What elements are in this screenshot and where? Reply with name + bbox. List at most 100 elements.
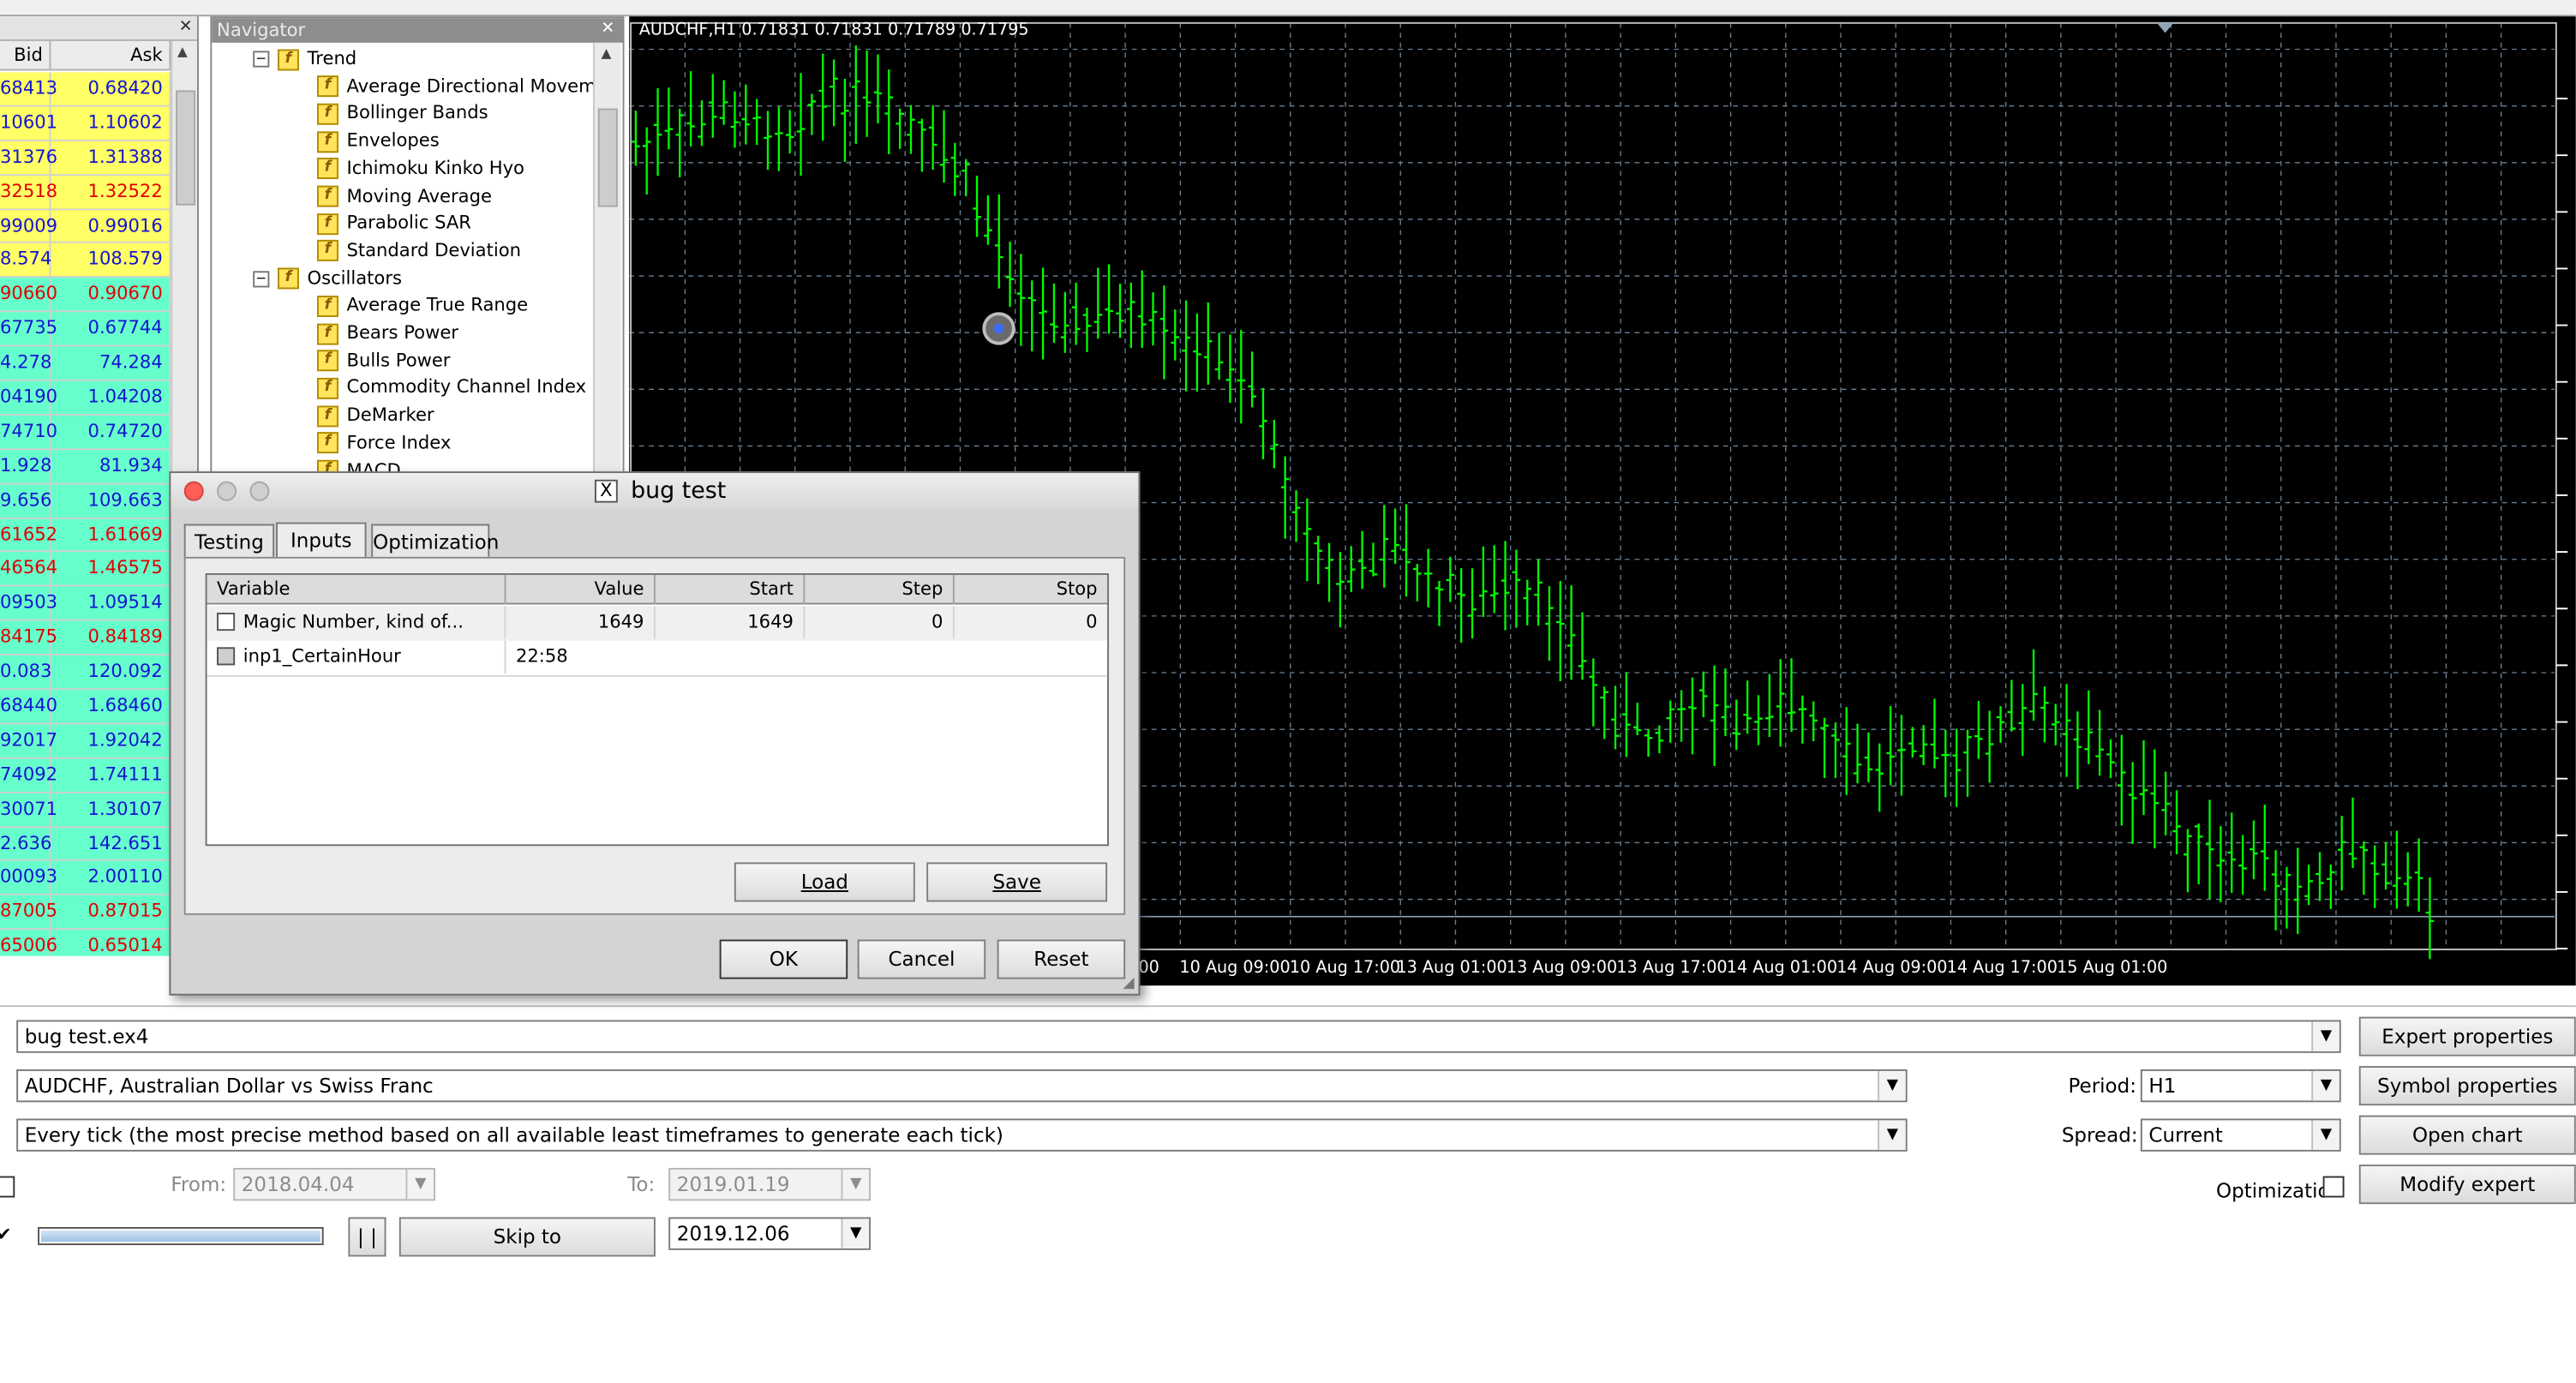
market-watch-row[interactable]: 30071 1.30107: [0, 793, 171, 828]
navigator-group[interactable]: − f Trend: [253, 46, 356, 73]
skip-date-picker[interactable]: 2019.12.06 ▼: [668, 1217, 872, 1250]
speed-slider[interactable]: [38, 1226, 324, 1246]
navigator-indicator-item[interactable]: f Commodity Channel Index: [316, 375, 586, 402]
from-date-picker[interactable]: 2018.04.04 ▼: [233, 1167, 436, 1201]
expert-properties-button[interactable]: Expert properties: [2358, 1016, 2576, 1057]
market-watch-row[interactable]: 4.278 74.284: [0, 346, 171, 381]
pause-button[interactable]: | |: [348, 1217, 386, 1257]
skip-to-button[interactable]: Skip to: [398, 1217, 656, 1257]
save-button[interactable]: Save: [926, 862, 1108, 902]
chevron-down-icon[interactable]: ▼: [1878, 1120, 1906, 1150]
navigator-indicator-item[interactable]: f DeMarker: [316, 403, 434, 429]
market-watch-row[interactable]: 31376 1.31388: [0, 141, 171, 176]
minimize-window-icon[interactable]: [217, 481, 237, 501]
market-watch-row[interactable]: 99009 0.99016: [0, 209, 171, 244]
scroll-up-icon[interactable]: ▲: [602, 46, 612, 61]
navigator-indicator-item[interactable]: f Moving Average: [316, 183, 492, 210]
navigator-scrollbar[interactable]: ▲: [593, 42, 621, 478]
modify-expert-button[interactable]: Modify expert: [2358, 1164, 2576, 1205]
navigator-indicator-item[interactable]: f Envelopes: [316, 129, 440, 155]
navigator-indicator-item[interactable]: f Bollinger Bands: [316, 101, 488, 128]
market-watch-row[interactable]: 92017 1.92042: [0, 724, 171, 759]
chevron-down-icon[interactable]: ▼: [841, 1218, 870, 1248]
navigator-close-icon[interactable]: ✕: [598, 20, 618, 39]
market-watch-scroll-thumb[interactable]: [176, 90, 196, 206]
market-watch-row[interactable]: 1.928 81.934: [0, 449, 171, 484]
reset-button[interactable]: Reset: [997, 939, 1126, 979]
chevron-down-icon[interactable]: ▼: [405, 1169, 434, 1200]
market-watch-row[interactable]: 04190 1.04208: [0, 380, 171, 416]
stop-column-header[interactable]: Stop: [955, 575, 1107, 605]
use-date-checkbox[interactable]: [0, 1176, 15, 1198]
variable-step[interactable]: 0: [805, 606, 955, 639]
navigator-indicator-item[interactable]: f Bears Power: [316, 320, 458, 347]
expert-select[interactable]: bug test.ex4 ▼: [16, 1020, 2341, 1053]
maximize-window-icon[interactable]: [249, 481, 270, 501]
tab-inputs[interactable]: Inputs: [276, 522, 367, 559]
market-watch-row[interactable]: 10601 1.10602: [0, 106, 171, 141]
navigator-indicator-item[interactable]: f Average Directional Movemen: [316, 74, 619, 100]
market-watch-row[interactable]: 46564 1.46575: [0, 553, 171, 588]
chevron-down-icon[interactable]: ▼: [2311, 1070, 2339, 1101]
collapse-icon[interactable]: −: [253, 270, 270, 287]
optimization-checkbox[interactable]: [2322, 1176, 2345, 1198]
tab-testing[interactable]: Testing: [183, 524, 275, 557]
chevron-down-icon[interactable]: ▼: [841, 1169, 870, 1200]
chevron-down-icon[interactable]: ▼: [2311, 1120, 2339, 1150]
open-chart-button[interactable]: Open chart: [2358, 1115, 2576, 1155]
variable-value[interactable]: 22:58: [506, 641, 1107, 674]
to-date-picker[interactable]: 2019.01.19 ▼: [668, 1167, 872, 1201]
variable-column-header[interactable]: Variable: [207, 574, 506, 605]
market-watch-close-icon[interactable]: ✕: [176, 18, 195, 38]
market-watch-row[interactable]: 74092 1.74111: [0, 758, 171, 793]
model-select[interactable]: Every tick (the most precise method base…: [16, 1118, 1908, 1152]
optimize-checkbox[interactable]: [217, 647, 236, 666]
market-watch-row[interactable]: 9.656 109.663: [0, 483, 171, 518]
navigator-indicator-item[interactable]: f Parabolic SAR: [316, 211, 471, 237]
market-watch-row[interactable]: 68440 1.68460: [0, 690, 171, 725]
bid-column-header[interactable]: Bid: [0, 40, 51, 71]
load-button[interactable]: Load: [734, 862, 915, 902]
market-watch-row[interactable]: 09503 1.09514: [0, 587, 171, 622]
symbol-select[interactable]: AUDCHF, Australian Dollar vs Swiss Franc…: [16, 1069, 1908, 1103]
variable-start[interactable]: 1649: [656, 606, 806, 639]
optimize-checkbox[interactable]: [217, 613, 236, 632]
navigator-indicator-item[interactable]: f Standard Deviation: [316, 238, 521, 265]
navigator-indicator-item[interactable]: f Bulls Power: [316, 348, 450, 374]
navigator-indicator-item[interactable]: f Average True Range: [316, 293, 528, 320]
market-watch-row[interactable]: 00093 2.00110: [0, 861, 171, 896]
ask-column-header[interactable]: Ask: [51, 40, 171, 71]
period-select[interactable]: H1 ▼: [2140, 1069, 2341, 1103]
symbol-properties-button[interactable]: Symbol properties: [2358, 1066, 2576, 1106]
ok-button[interactable]: OK: [719, 939, 848, 979]
visual-mode-checkbox[interactable]: ✔: [0, 1225, 15, 1247]
market-watch-row[interactable]: 87005 0.87015: [0, 895, 171, 931]
market-watch-row[interactable]: 8.574 108.579: [0, 243, 171, 278]
navigator-group[interactable]: − f Oscillators: [253, 266, 402, 292]
close-window-icon[interactable]: [183, 481, 204, 501]
market-watch-row[interactable]: 74710 0.74720: [0, 415, 171, 450]
navigator-indicator-item[interactable]: f Ichimoku Kinko Hyo: [316, 156, 524, 183]
market-watch-row[interactable]: 90660 0.90670: [0, 278, 171, 313]
value-column-header[interactable]: Value: [506, 574, 656, 605]
resize-grip-icon[interactable]: ◢: [1118, 974, 1138, 994]
variable-value[interactable]: 1649: [506, 606, 656, 639]
market-watch-row[interactable]: 2.636 142.651: [0, 827, 171, 862]
scroll-up-icon[interactable]: ▲: [177, 45, 188, 59]
market-watch-row[interactable]: 84175 0.84189: [0, 621, 171, 656]
cancel-button[interactable]: Cancel: [857, 939, 986, 979]
market-watch-row[interactable]: 68413 0.68420: [0, 72, 171, 107]
navigator-indicator-item[interactable]: f Force Index: [316, 430, 451, 457]
input-row[interactable]: Magic Number, kind of... 1649 1649 0 0: [207, 606, 1108, 643]
chevron-down-icon[interactable]: ▼: [2311, 1021, 2339, 1051]
market-watch-row[interactable]: 32518 1.32522: [0, 175, 171, 210]
market-watch-row[interactable]: 65006 0.65014: [0, 930, 171, 956]
navigator-scroll-thumb[interactable]: [597, 108, 618, 207]
start-column-header[interactable]: Start: [656, 574, 806, 605]
input-row[interactable]: inp1_CertainHour 22:58: [207, 640, 1108, 677]
market-watch-row[interactable]: 67735 0.67744: [0, 312, 171, 347]
tab-optimization[interactable]: Optimization: [371, 524, 499, 557]
chevron-down-icon[interactable]: ▼: [1878, 1070, 1906, 1101]
market-watch-row[interactable]: 61652 1.61669: [0, 518, 171, 554]
variable-stop[interactable]: 0: [955, 606, 1107, 638]
